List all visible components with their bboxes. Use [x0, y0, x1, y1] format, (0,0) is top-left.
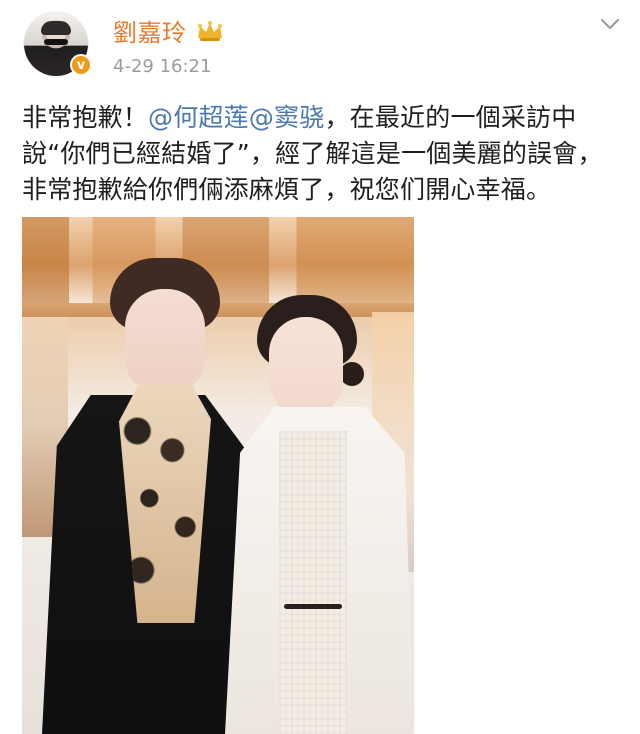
post-text-suffix: ，在最近的一個采訪中: [324, 103, 577, 132]
post-photo[interactable]: [22, 217, 414, 734]
verified-badge: v: [70, 54, 92, 76]
mention-link-2[interactable]: @窦骁: [249, 103, 325, 132]
mention-link-1[interactable]: @何超莲: [148, 103, 249, 132]
chevron-down-icon[interactable]: [600, 18, 620, 30]
woman-left-face: [125, 289, 205, 393]
crown-icon: [198, 21, 222, 41]
woman-right-face: [269, 317, 343, 414]
post-text-line-2: 說“你們已經結婚了”，經了解這是一個美麗的誤會，: [22, 139, 603, 168]
woman-right-bun: [340, 362, 364, 386]
post-text-line-1: 非常抱歉！@何超莲@窦骁，在最近的一個采訪中: [22, 100, 622, 136]
woman-right-dress: [279, 431, 347, 734]
post-text-prefix: 非常抱歉！: [22, 103, 149, 132]
post-time: 4-29 16:21: [113, 56, 212, 77]
woman-right-belt: [284, 604, 342, 609]
post-text: 非常抱歉！@何超莲@窦骁，在最近的一個采訪中 說“你們已經結婚了”，經了解這是一…: [22, 100, 622, 208]
post-header: v 劉嘉玲 4-29 16:21: [0, 0, 640, 92]
post-text-line-3: 非常抱歉給你們倆添麻煩了，祝您们開心幸福。: [22, 175, 552, 204]
username[interactable]: 劉嘉玲: [113, 18, 187, 48]
